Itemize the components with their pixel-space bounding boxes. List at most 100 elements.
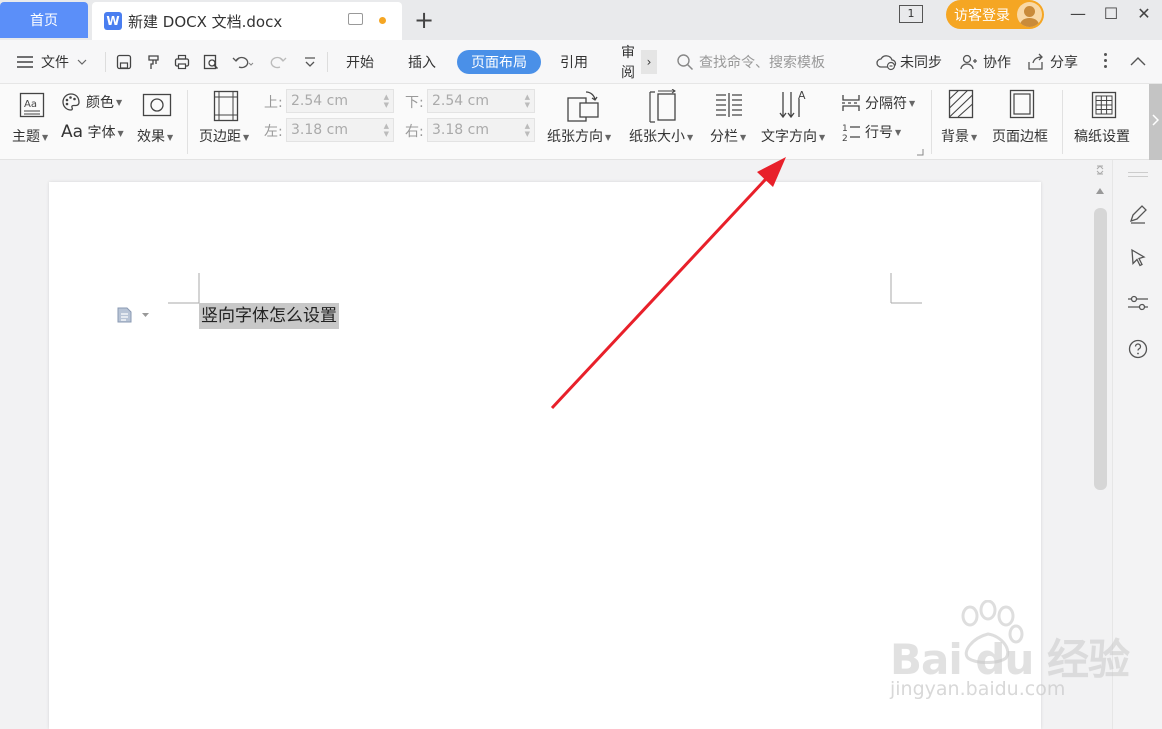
- sync-button[interactable]: 未同步: [876, 40, 942, 84]
- theme-icon[interactable]: Aa: [19, 92, 45, 118]
- theme-button[interactable]: 主题 ▼: [12, 126, 48, 146]
- text-direction-button[interactable]: 文字方向 ▼: [761, 126, 825, 146]
- tab-insert[interactable]: 插入: [408, 40, 436, 84]
- undo-icon[interactable]: [232, 54, 254, 70]
- columns-button[interactable]: 分栏 ▼: [710, 126, 746, 146]
- caret-down-icon: ▼: [42, 132, 49, 142]
- sync-label: 未同步: [900, 55, 942, 71]
- collapse-ribbon-icon[interactable]: [1129, 55, 1147, 67]
- window-count-badge[interactable]: 1: [899, 5, 923, 23]
- print-icon[interactable]: [174, 54, 190, 70]
- divider: [1062, 90, 1063, 154]
- pen-icon[interactable]: [1128, 204, 1148, 224]
- scroll-mode-icon[interactable]: [1095, 164, 1105, 176]
- format-painter-icon[interactable]: [146, 54, 162, 70]
- document-text[interactable]: 竖向字体怎么设置: [199, 303, 339, 329]
- paragraph-format-icon: [117, 307, 132, 323]
- unsaved-dot-icon: [379, 17, 386, 24]
- page-size-button[interactable]: 纸张大小 ▼: [629, 126, 693, 146]
- svg-text:1: 1: [842, 124, 848, 134]
- redo-icon[interactable]: [270, 54, 292, 70]
- page-border-button[interactable]: 页面边框: [992, 126, 1048, 146]
- document-tab-title: 新建 DOCX 文档.docx: [128, 12, 283, 31]
- minimize-button[interactable]: —: [1067, 4, 1089, 23]
- background-button[interactable]: 背景 ▼: [941, 126, 977, 146]
- orientation-button[interactable]: 纸张方向 ▼: [547, 126, 611, 146]
- collaborate-button[interactable]: 协作: [960, 40, 1011, 84]
- adjust-settings-icon[interactable]: [1127, 293, 1149, 313]
- cursor-select-icon[interactable]: [1130, 248, 1148, 268]
- grid-paper-button[interactable]: 稿纸设置: [1074, 126, 1130, 146]
- file-menu[interactable]: 文件: [16, 40, 87, 84]
- print-preview-icon[interactable]: [203, 54, 219, 70]
- margin-left-value: 3.18 cm: [291, 122, 348, 138]
- spinner-icon[interactable]: ▲ ▼: [525, 93, 530, 109]
- font-button[interactable]: Aa 字体 ▼: [61, 122, 124, 142]
- caret-down-icon: ▼: [117, 128, 124, 138]
- dialog-launcher-icon[interactable]: [916, 148, 924, 156]
- margin-bottom-value: 2.54 cm: [432, 93, 489, 109]
- palette-icon: [62, 93, 80, 111]
- separator-label: 分隔符: [865, 96, 907, 112]
- spinner-icon[interactable]: ▲ ▼: [525, 122, 530, 138]
- watermark-url: jingyan.baidu.com: [890, 678, 1066, 700]
- help-icon[interactable]: [1128, 339, 1148, 359]
- line-number-button[interactable]: 12 行号 ▼: [841, 122, 901, 142]
- text-direction-icon[interactable]: A: [778, 89, 810, 121]
- caret-down-icon: [142, 313, 149, 317]
- tab-document[interactable]: W 新建 DOCX 文档.docx: [92, 2, 402, 40]
- spinner-icon[interactable]: ▲ ▼: [384, 122, 389, 138]
- divider: [931, 90, 932, 154]
- new-tab-button[interactable]: +: [414, 6, 434, 34]
- effect-label: 效果: [137, 129, 165, 145]
- save-icon[interactable]: [116, 54, 132, 70]
- tab-references[interactable]: 引用: [560, 40, 588, 84]
- scrollbar-thumb[interactable]: [1094, 208, 1107, 490]
- tab-start[interactable]: 开始: [346, 40, 374, 84]
- wps-writer-icon: W: [104, 12, 122, 30]
- margin-left-label: 左:: [264, 124, 283, 140]
- share-button[interactable]: 分享: [1027, 40, 1078, 84]
- paragraph-handle[interactable]: [116, 306, 149, 324]
- monitor-icon[interactable]: [348, 13, 363, 25]
- separator-button[interactable]: 分隔符 ▼: [841, 93, 915, 113]
- tab-review[interactable]: 审阅: [621, 40, 641, 84]
- color-button[interactable]: 颜色 ▼: [61, 92, 122, 112]
- orientation-label: 纸张方向: [547, 129, 603, 145]
- close-button[interactable]: ✕: [1133, 4, 1155, 23]
- customize-toolbar-icon[interactable]: [303, 54, 317, 70]
- user-plus-icon: [960, 54, 977, 70]
- login-button[interactable]: 访客登录: [946, 0, 1044, 29]
- more-options-icon[interactable]: [1104, 53, 1108, 71]
- margin-top-input[interactable]: 2.54 cm ▲ ▼: [286, 89, 394, 113]
- svg-text:2: 2: [842, 134, 848, 142]
- margin-right-input[interactable]: 3.18 cm ▲ ▼: [427, 118, 535, 142]
- page-margins-icon[interactable]: [213, 90, 239, 122]
- chevron-right-icon: [1152, 114, 1159, 126]
- page-orientation-icon[interactable]: [566, 89, 600, 123]
- divider: [187, 90, 188, 154]
- tab-page-layout[interactable]: 页面布局: [457, 50, 541, 74]
- theme-label: 主题: [12, 129, 40, 145]
- margin-button[interactable]: 页边距 ▼: [199, 126, 249, 146]
- page-border-icon[interactable]: [1009, 89, 1035, 119]
- title-bar: 首页 W 新建 DOCX 文档.docx + 1 访客登录 — ☐ ✕: [0, 0, 1162, 40]
- ribbon-scroll-right[interactable]: [1149, 84, 1162, 160]
- share-icon: [1028, 53, 1043, 70]
- page-size-icon[interactable]: [648, 89, 678, 123]
- margin-bottom-input[interactable]: 2.54 cm ▲ ▼: [427, 89, 535, 113]
- effect-icon[interactable]: [142, 93, 172, 117]
- columns-icon[interactable]: [714, 92, 744, 118]
- grid-paper-icon[interactable]: [1091, 91, 1117, 119]
- background-icon[interactable]: [948, 89, 974, 119]
- collaborate-label: 协作: [983, 55, 1011, 71]
- effect-button[interactable]: 效果 ▼: [137, 126, 173, 146]
- file-menu-label: 文件: [41, 55, 69, 71]
- maximize-button[interactable]: ☐: [1100, 4, 1122, 23]
- tab-home[interactable]: 首页: [0, 2, 88, 38]
- scroll-up-arrow[interactable]: [1096, 188, 1104, 194]
- command-search[interactable]: 查找命令、搜索模板: [676, 51, 866, 73]
- more-tabs-button[interactable]: ›: [641, 50, 657, 74]
- spinner-icon[interactable]: ▲ ▼: [384, 93, 389, 109]
- margin-left-input[interactable]: 3.18 cm ▲ ▼: [286, 118, 394, 142]
